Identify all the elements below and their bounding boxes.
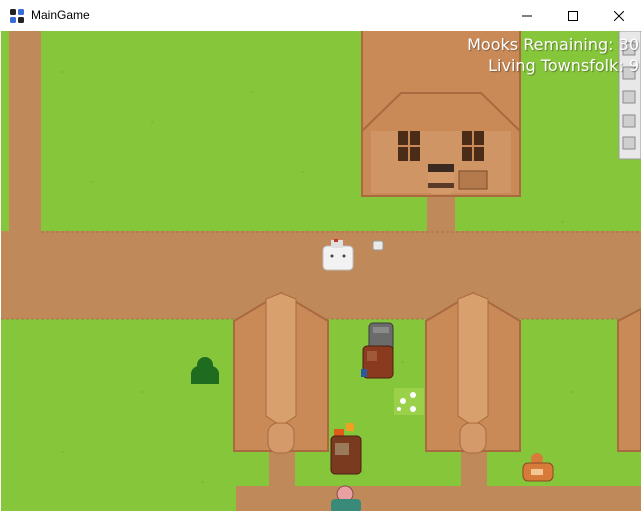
game-window: MainGame Mooks Remaining: 30 Living Town…: [0, 0, 642, 512]
road-left-vertical: [9, 31, 41, 241]
game-viewport[interactable]: Mooks Remaining: 30 Living Townsfolk: 9: [1, 31, 641, 511]
flower-patch-sprite: [394, 388, 424, 415]
house-bottom-right: [617, 307, 641, 452]
townsfolk-value: 9: [628, 56, 639, 75]
minimize-icon: [522, 15, 532, 16]
maximize-button[interactable]: [550, 0, 596, 31]
townsfolk-label: Living Townsfolk:: [488, 56, 624, 75]
window-title: MainGame: [31, 8, 90, 22]
road-bottom-horizontal: [236, 486, 641, 511]
close-button[interactable]: [596, 0, 642, 31]
house-bottom-left: [233, 291, 329, 454]
villager-sprite[interactable]: [428, 164, 454, 194]
road-bottom-mid-branch: [461, 451, 487, 491]
minimize-button[interactable]: [504, 0, 550, 31]
mooks-value: 30: [618, 35, 639, 54]
house-window-right: [462, 131, 484, 161]
road-to-house-door: [427, 191, 455, 236]
hud: Mooks Remaining: 30 Living Townsfolk: 9: [467, 34, 639, 76]
mooks-remaining: Mooks Remaining: 30: [467, 34, 639, 55]
living-townsfolk: Living Townsfolk: 9: [467, 55, 639, 76]
mook-sprite[interactable]: [361, 345, 394, 379]
title-bar[interactable]: MainGame: [0, 0, 642, 32]
maximize-icon: [568, 10, 578, 21]
mooks-label: Mooks Remaining:: [467, 35, 614, 54]
skull-sprite: [372, 240, 384, 251]
house-sign: [458, 170, 488, 190]
road-bottom-left-branch: [269, 451, 295, 491]
house-bottom-middle: [425, 291, 521, 454]
house-window-left: [398, 131, 420, 161]
game-controller-icon: [10, 9, 24, 23]
game-world: [1, 31, 641, 511]
close-icon: [614, 10, 624, 21]
road-main-horizontal: [1, 231, 641, 319]
